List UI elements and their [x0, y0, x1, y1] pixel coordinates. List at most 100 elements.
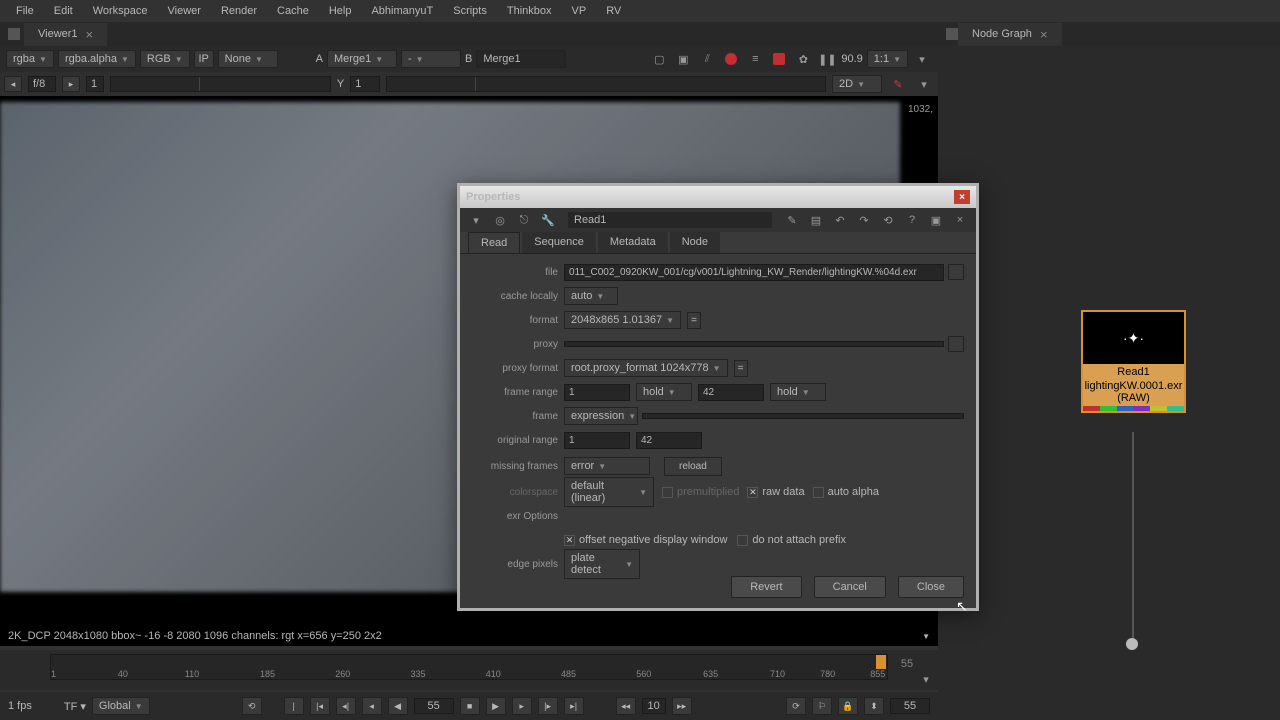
- close-icon[interactable]: ×: [1040, 27, 1048, 42]
- menu-user[interactable]: AbhimanyuT: [363, 1, 441, 21]
- edit-icon[interactable]: ✎: [782, 211, 802, 229]
- step-back-icon[interactable]: ◂: [362, 697, 382, 715]
- ratio-dd[interactable]: 1:1▼: [867, 50, 908, 68]
- node-output-dot[interactable]: [1126, 638, 1138, 650]
- link-icon[interactable]: ⎋: [514, 211, 534, 229]
- premult-check[interactable]: [662, 487, 673, 498]
- record-icon[interactable]: [721, 50, 741, 68]
- zoom-value[interactable]: 90.9: [841, 53, 862, 65]
- collapse-icon[interactable]: ▾: [466, 211, 486, 229]
- next-key-icon[interactable]: |▸: [538, 697, 558, 715]
- channel-dd-3[interactable]: RGB▼: [140, 50, 190, 68]
- proxy-browse-icon[interactable]: [948, 336, 964, 352]
- timeline-chev[interactable]: ▾: [916, 670, 936, 688]
- redo-icon[interactable]: ↷: [854, 211, 874, 229]
- play-icon[interactable]: ▶: [486, 697, 506, 715]
- pformat-dd[interactable]: root.proxy_format 1024x778▼: [564, 359, 728, 377]
- tab-read[interactable]: Read: [468, 232, 520, 253]
- menu-help[interactable]: Help: [321, 1, 360, 21]
- max-icon[interactable]: ▣: [926, 211, 946, 229]
- frange-end[interactable]: 42: [698, 384, 764, 401]
- revert-icon[interactable]: ⟲: [878, 211, 898, 229]
- rec2-icon[interactable]: [769, 50, 789, 68]
- menu-scripts[interactable]: Scripts: [445, 1, 495, 21]
- menu-rv[interactable]: RV: [598, 1, 629, 21]
- proxy-field[interactable]: [564, 341, 944, 347]
- end-frame[interactable]: 55: [890, 698, 930, 714]
- undo-icon[interactable]: ↶: [830, 211, 850, 229]
- pformat-eq-btn[interactable]: =: [734, 360, 748, 377]
- loop-icon[interactable]: ⟳: [786, 697, 806, 715]
- goto-start-icon[interactable]: |: [284, 697, 304, 715]
- global-dd[interactable]: Global▼: [92, 697, 150, 715]
- close-button[interactable]: Close: [898, 576, 964, 598]
- close-icon[interactable]: ×: [86, 27, 94, 42]
- autoalpha-check[interactable]: [813, 487, 824, 498]
- format-dd[interactable]: 2048x865 1.01367▼: [564, 311, 681, 329]
- ip-button[interactable]: IP: [194, 50, 214, 68]
- cache-dd[interactable]: auto▼: [564, 287, 618, 305]
- wipe-dd[interactable]: -▼: [401, 50, 461, 68]
- help-icon[interactable]: ?: [902, 211, 922, 229]
- frange-mode1-dd[interactable]: hold▼: [636, 383, 692, 401]
- skip-fwd-icon[interactable]: ▸▸: [672, 697, 692, 715]
- close-panel-icon[interactable]: ×: [950, 211, 970, 229]
- prefix-check[interactable]: [737, 535, 748, 546]
- stripes-icon[interactable]: ⫽: [697, 50, 717, 68]
- flag-icon[interactable]: ⚐: [812, 697, 832, 715]
- frame-expr-field[interactable]: [642, 413, 964, 419]
- gamma-slider[interactable]: [386, 76, 826, 92]
- offset-check[interactable]: ✕: [564, 535, 575, 546]
- skip-back-icon[interactable]: ◂◂: [616, 697, 636, 715]
- channel-dd-1[interactable]: rgba▼: [6, 50, 54, 68]
- tab-nodegraph[interactable]: Node Graph ×: [958, 23, 1062, 46]
- range-icon[interactable]: ⬍: [864, 697, 884, 715]
- first-frame-icon[interactable]: |◂: [310, 697, 330, 715]
- dialog-close-icon[interactable]: ×: [954, 190, 970, 204]
- orange-start[interactable]: 1: [564, 432, 630, 449]
- prev-btn[interactable]: ◂: [4, 76, 22, 92]
- node-read1[interactable]: ·✦· Read1 lightingKW.0001.exr (RAW): [1081, 310, 1186, 413]
- b-input-dd[interactable]: Merge1: [476, 50, 566, 68]
- revert-button[interactable]: Revert: [731, 576, 801, 598]
- cspace-dd[interactable]: default (linear)▼: [564, 477, 654, 507]
- frame-field[interactable]: 1: [86, 76, 104, 92]
- menu-thinkbox[interactable]: Thinkbox: [499, 1, 560, 21]
- y-field[interactable]: 1: [350, 76, 380, 92]
- playhead[interactable]: [876, 655, 886, 669]
- last-frame-icon[interactable]: ▸|: [564, 697, 584, 715]
- lock-icon[interactable]: 🔒: [838, 697, 858, 715]
- menu-workspace[interactable]: Workspace: [85, 1, 156, 21]
- clip-icon[interactable]: ▢: [649, 50, 669, 68]
- a-input-dd[interactable]: Merge1▼: [327, 50, 397, 68]
- pause-icon[interactable]: ❚❚: [817, 50, 837, 68]
- frange-mode2-dd[interactable]: hold▼: [770, 383, 826, 401]
- menu-viewer[interactable]: Viewer: [160, 1, 209, 21]
- cancel-button[interactable]: Cancel: [814, 576, 886, 598]
- gear-icon[interactable]: ✿: [793, 50, 813, 68]
- note-icon[interactable]: ▤: [806, 211, 826, 229]
- tf-dd[interactable]: TF ▾: [64, 700, 86, 713]
- menu-render[interactable]: Render: [213, 1, 265, 21]
- timeline-ruler[interactable]: 1 110 40 185 260 335 410 485 560 635 710…: [50, 654, 888, 680]
- sync-icon[interactable]: ⟲: [242, 697, 262, 715]
- tab-viewer1[interactable]: Viewer1 ×: [24, 23, 107, 46]
- current-frame[interactable]: 55: [414, 698, 454, 714]
- dim-dd[interactable]: 2D▼: [832, 75, 882, 93]
- step-fwd-icon[interactable]: ▸: [512, 697, 532, 715]
- overscan-icon[interactable]: ▣: [673, 50, 693, 68]
- format-eq-btn[interactable]: =: [687, 312, 701, 329]
- step-field[interactable]: 10: [642, 698, 666, 714]
- expand-icon[interactable]: ▾: [912, 50, 932, 68]
- frame-dd[interactable]: expression▼: [564, 407, 638, 425]
- prev-key-icon[interactable]: ◂|: [336, 697, 356, 715]
- orange-end[interactable]: 42: [636, 432, 702, 449]
- channel-dd-2[interactable]: rgba.alpha▼: [58, 50, 136, 68]
- proxy-dd[interactable]: None▼: [218, 50, 278, 68]
- next-btn[interactable]: ▸: [62, 76, 80, 92]
- raw-check[interactable]: ✕: [747, 487, 758, 498]
- tab-node[interactable]: Node: [670, 232, 720, 253]
- dialog-nodename[interactable]: Read1: [568, 212, 772, 228]
- menu-edit[interactable]: Edit: [46, 1, 81, 21]
- wrench-icon[interactable]: 🔧: [538, 211, 558, 229]
